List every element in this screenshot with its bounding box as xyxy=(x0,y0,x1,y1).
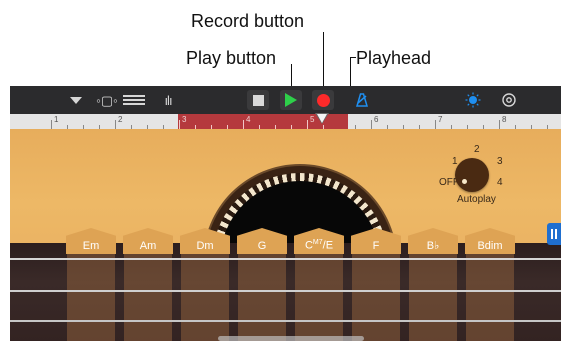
chord-base: C xyxy=(304,240,313,252)
play-icon xyxy=(285,93,297,107)
ruler-tick xyxy=(435,120,436,129)
play-button[interactable] xyxy=(280,90,302,110)
ruler-number: 4 xyxy=(246,115,251,124)
ruler-number: 3 xyxy=(182,115,187,124)
ruler-number: 7 xyxy=(438,115,443,124)
record-button-callout: Record button xyxy=(191,11,305,31)
metronome-icon xyxy=(356,93,368,107)
ruler-tick xyxy=(179,120,180,129)
ruler-tick xyxy=(243,120,244,129)
view-toggle-icon: ◦▢◦ xyxy=(96,92,118,108)
chord-label: Em xyxy=(82,240,100,252)
play-callout-line xyxy=(291,64,292,88)
chord-label: CM7/E xyxy=(305,239,333,252)
tracks-view-button[interactable] xyxy=(122,90,146,110)
play-button-callout: Play button xyxy=(186,48,277,68)
ruler-tick xyxy=(115,120,116,129)
timeline-ruler[interactable]: 1 2 3 4 5 6 7 8 xyxy=(10,114,561,129)
chord-label: Dm xyxy=(196,240,214,252)
mixer-button[interactable]: ılı xyxy=(156,90,180,110)
ruler-number: 5 xyxy=(310,115,315,124)
ruler-number: 1 xyxy=(54,115,59,124)
chord-label: B♭ xyxy=(426,240,440,252)
stop-icon xyxy=(252,94,264,106)
pause-bars-icon xyxy=(551,229,553,239)
record-button[interactable] xyxy=(312,90,334,110)
control-bar: ◦▢◦ ılı xyxy=(10,86,561,114)
chevron-down-icon xyxy=(70,96,82,104)
settings-button[interactable] xyxy=(498,90,520,110)
autoplay-knob[interactable] xyxy=(455,158,489,192)
playhead-callout: Playhead xyxy=(356,48,432,68)
record-icon xyxy=(316,93,330,107)
ruler-number: 8 xyxy=(502,115,507,124)
ruler-tick xyxy=(499,120,500,129)
metronome-button[interactable] xyxy=(350,90,372,110)
knob-indicator xyxy=(462,179,467,184)
record-callout-line xyxy=(323,32,324,88)
stop-button[interactable] xyxy=(247,90,269,110)
browser-menu-button[interactable] xyxy=(65,90,87,110)
ruler-number: 6 xyxy=(374,115,379,124)
ruler-tick xyxy=(307,120,308,129)
autoplay-position-3: 3 xyxy=(497,156,503,167)
chord-label: G xyxy=(257,240,267,252)
guitar-string[interactable] xyxy=(10,320,561,322)
notes-chords-toggle[interactable] xyxy=(547,223,561,245)
playhead[interactable] xyxy=(317,114,327,123)
master-effects-button[interactable] xyxy=(462,90,484,110)
view-toggle-button[interactable]: ◦▢◦ xyxy=(94,90,120,110)
master-effects-icon xyxy=(465,92,481,108)
settings-icon xyxy=(502,93,516,107)
ruler-number: 2 xyxy=(118,115,123,124)
pause-bars-icon xyxy=(555,229,557,239)
guitar-string[interactable] xyxy=(10,258,561,260)
playhead-callout-line xyxy=(350,57,356,58)
mixer-icon: ılı xyxy=(164,92,172,108)
chord-label: Bdim xyxy=(477,240,503,252)
autoplay-label: Autoplay xyxy=(457,194,496,205)
chord-label: F xyxy=(372,240,380,252)
chord-label: Am xyxy=(139,240,157,252)
ruler-tick xyxy=(371,120,372,129)
tracks-icon xyxy=(123,95,145,105)
guitar-string[interactable] xyxy=(10,290,561,292)
autoplay-position-4: 4 xyxy=(497,177,503,188)
chord-extension: M7 xyxy=(312,239,323,247)
chord-bass: /E xyxy=(322,240,334,252)
autoplay-position-2: 2 xyxy=(474,144,480,155)
home-indicator[interactable] xyxy=(218,336,364,341)
ruler-tick xyxy=(51,120,52,129)
